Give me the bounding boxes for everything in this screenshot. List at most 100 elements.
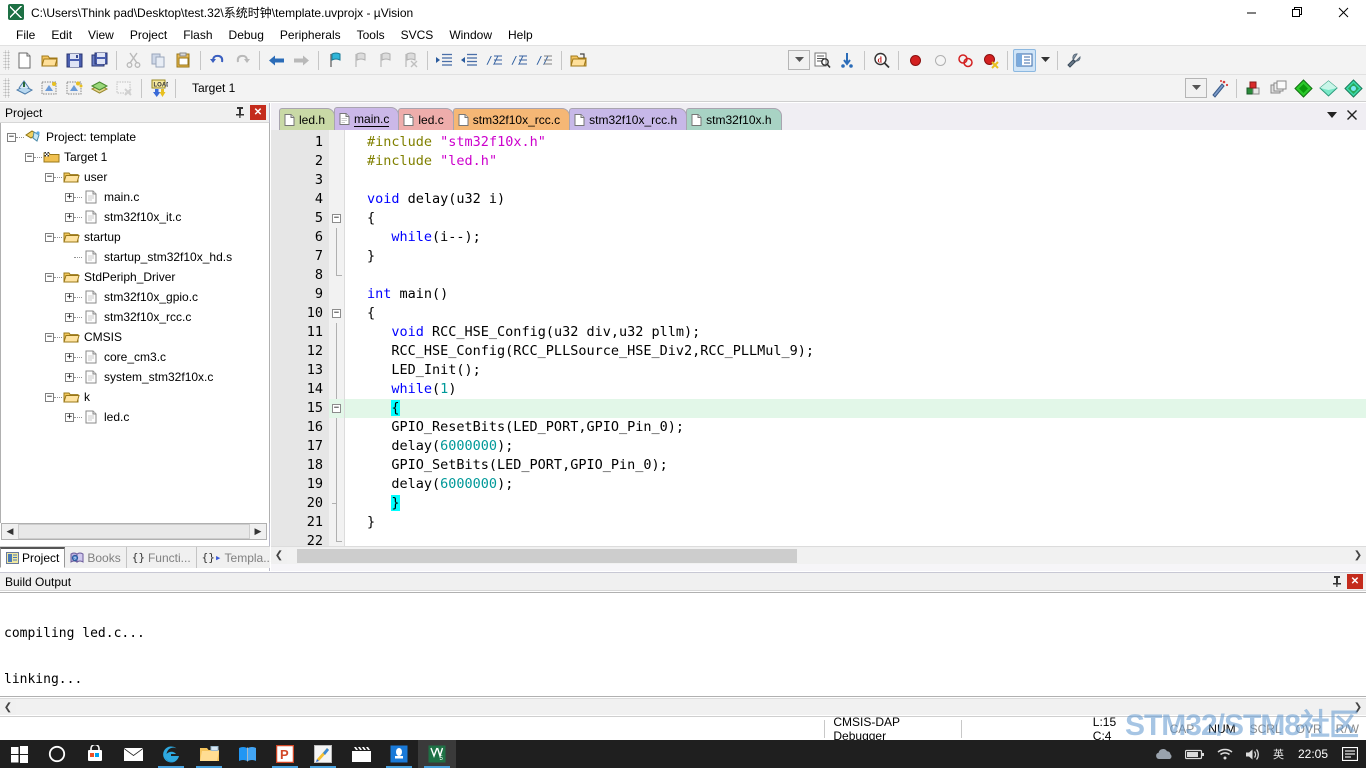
battery-icon[interactable] [1179,740,1211,768]
expander-icon[interactable]: − [45,392,54,402]
manage-project-items-icon[interactable] [1267,77,1290,100]
powerpoint-icon[interactable]: P [266,740,304,768]
pin-icon[interactable] [232,105,247,120]
magic-wand-icon[interactable] [1208,77,1231,100]
paste-icon[interactable] [172,49,195,72]
arrow-right-icon[interactable]: ❯ [1350,547,1366,564]
menu-project[interactable]: Project [122,26,175,44]
expander-icon[interactable]: + [65,192,74,202]
project-tree-hscrollbar[interactable]: ◀ ▶ [1,523,267,540]
editor-tab-main-c[interactable]: main.c [334,107,400,130]
save-icon[interactable] [63,49,86,72]
tab-templates[interactable]: {} ▸ Templa... [197,547,280,568]
expander-icon[interactable]: − [45,232,54,242]
tab-functions[interactable]: {} Functi... [127,547,197,568]
maximize-button[interactable] [1274,0,1320,24]
build-output-hscrollbar[interactable]: ❮ ❯ [0,698,1366,715]
expander-icon[interactable]: + [65,412,74,422]
find-in-files-icon[interactable] [811,49,834,72]
menu-help[interactable]: Help [500,26,541,44]
app-blue-icon[interactable] [380,740,418,768]
tree-node-group-stdperiph[interactable]: − StdPeriph_Driver [1,267,269,287]
minimize-button[interactable] [1228,0,1274,24]
expander-icon[interactable]: + [65,292,74,302]
tree-node-file-system-stm32f10x-c[interactable]: + system_stm32f10x.c [1,367,269,387]
arrow-left-icon[interactable]: ❮ [271,547,287,564]
breakpoint-icon[interactable] [904,49,927,72]
tree-node-file-gpio-c[interactable]: + stm32f10x_gpio.c [1,287,269,307]
edge-browser-icon[interactable] [152,740,190,768]
menu-window[interactable]: Window [441,26,500,44]
cortana-search-icon[interactable] [38,740,76,768]
tree-node-file-rcc-c[interactable]: + stm32f10x_rcc.c [1,307,269,327]
editor-tab-led-c[interactable]: led.c [398,108,454,130]
expander-icon[interactable]: + [65,372,74,382]
hscroll-track[interactable] [287,547,1350,564]
menu-flash[interactable]: Flash [175,26,220,44]
tree-node-group-cmsis[interactable]: − CMSIS [1,327,269,347]
taskbar-clock[interactable]: 22:05 [1290,747,1336,761]
fold-toggle[interactable]: − [329,399,344,418]
reader-icon[interactable] [228,740,266,768]
menu-tools[interactable]: Tools [349,26,393,44]
build-icon[interactable] [38,77,61,100]
tree-node-target[interactable]: − Target 1 [1,147,269,167]
editor-tab-stm32f10x-rcc-h[interactable]: stm32f10x_rcc.h [569,108,688,130]
menu-edit[interactable]: Edit [43,26,80,44]
arrow-left-icon[interactable]: ❮ [0,699,16,716]
pack-installer-icon[interactable] [1292,77,1315,100]
window-layout-icon[interactable] [1013,48,1036,72]
tab-project[interactable]: Project [0,547,66,568]
undo-icon[interactable] [206,49,229,72]
build-toolbar-grip[interactable] [3,78,10,98]
onedrive-icon[interactable] [1149,740,1179,768]
close-icon[interactable]: ✕ [1347,574,1363,589]
breakpoint-disable-all-icon[interactable] [954,49,977,72]
editor-hscrollbar[interactable]: ❮ ❯ [271,546,1366,564]
menu-svcs[interactable]: SVCS [393,26,442,44]
editor-tab-led-h[interactable]: led.h [279,108,336,130]
indent-increase-icon[interactable] [433,49,456,72]
volume-icon[interactable] [1239,740,1267,768]
expander-icon[interactable]: + [65,312,74,322]
notification-icon[interactable] [1336,740,1364,768]
tree-node-group-startup[interactable]: − startup [1,227,269,247]
code-text[interactable]: #include "stm32f10x.h" #include "led.h" … [345,130,1366,546]
configure-icon[interactable] [1063,49,1086,72]
bookmark-clear-icon[interactable] [399,49,422,72]
tree-node-file-led-c[interactable]: + led.c [1,407,269,427]
copy-icon[interactable] [147,49,170,72]
hscroll-thumb[interactable] [297,548,797,563]
open-folder-icon[interactable] [38,49,61,72]
windows-start-icon[interactable] [0,740,38,768]
tree-node-file-core-cm3-c[interactable]: + core_cm3.c [1,347,269,367]
new-file-icon[interactable] [13,49,36,72]
expander-icon[interactable]: − [45,272,54,282]
expander-icon[interactable]: − [45,332,54,342]
paint-icon[interactable] [304,740,342,768]
file-explorer-icon[interactable] [190,740,228,768]
bookmark-toggle-icon[interactable] [324,49,347,72]
batch-build-icon[interactable] [88,77,111,100]
expander-icon[interactable]: + [65,212,74,222]
navigate-back-icon[interactable] [265,49,288,72]
breakpoint-kill-all-icon[interactable] [979,49,1002,72]
indent-decrease-icon[interactable] [458,49,481,72]
breakpoint-disable-icon[interactable] [929,49,952,72]
project-tree[interactable]: − Project: template − Target 1 − user + … [0,123,270,523]
navigate-forward-icon[interactable] [290,49,313,72]
video-editor-icon[interactable] [342,740,380,768]
tree-node-file-main-c[interactable]: + main.c [1,187,269,207]
microsoft-store-icon[interactable] [76,740,114,768]
menu-view[interactable]: View [80,26,122,44]
target-select[interactable]: Target 1 [186,78,304,98]
build-output-text[interactable]: compiling led.c... linking... Program Si… [0,592,1366,697]
expander-icon[interactable]: − [25,152,34,162]
pin-icon[interactable] [1329,574,1344,589]
cut-icon[interactable] [122,49,145,72]
ime-icon[interactable]: 英 [1267,740,1290,768]
close-button[interactable] [1320,0,1366,24]
chevron-down-icon[interactable] [1322,106,1342,124]
tree-node-project[interactable]: − Project: template [1,127,269,147]
toolbar-grip[interactable] [3,50,10,70]
